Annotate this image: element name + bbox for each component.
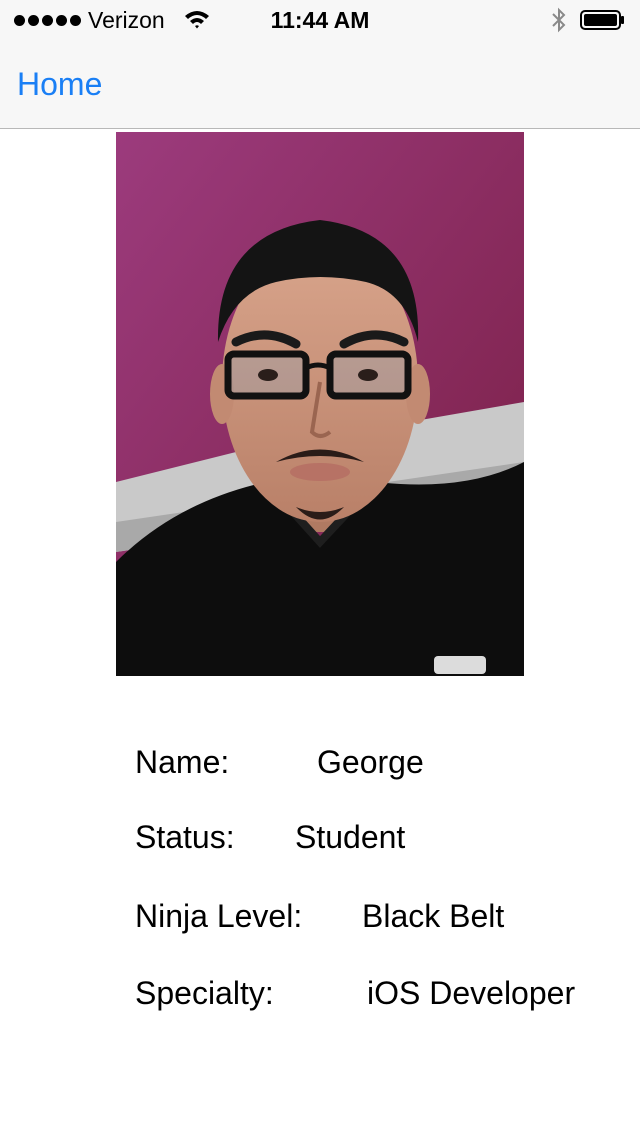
bluetooth-icon — [550, 7, 568, 38]
status-time: 11:44 AM — [270, 7, 370, 33]
specialty-value: iOS Developer — [367, 975, 576, 1011]
profile-photo — [116, 132, 524, 676]
ninja-level-label: Ninja Level: — [135, 898, 303, 934]
battery-icon — [580, 10, 624, 30]
specialty-label: Specialty: — [135, 975, 274, 1011]
name-label: Name: — [135, 744, 230, 780]
status-value: Student — [295, 819, 406, 855]
navigation-bar: Home — [0, 40, 640, 129]
name-value: George — [317, 744, 424, 780]
status-bar: Verizon 11:44 AM — [0, 0, 640, 40]
status-label: Status: — [135, 819, 235, 855]
home-back-button[interactable]: Home — [17, 64, 102, 104]
ninja-level-value: Black Belt — [362, 898, 505, 934]
